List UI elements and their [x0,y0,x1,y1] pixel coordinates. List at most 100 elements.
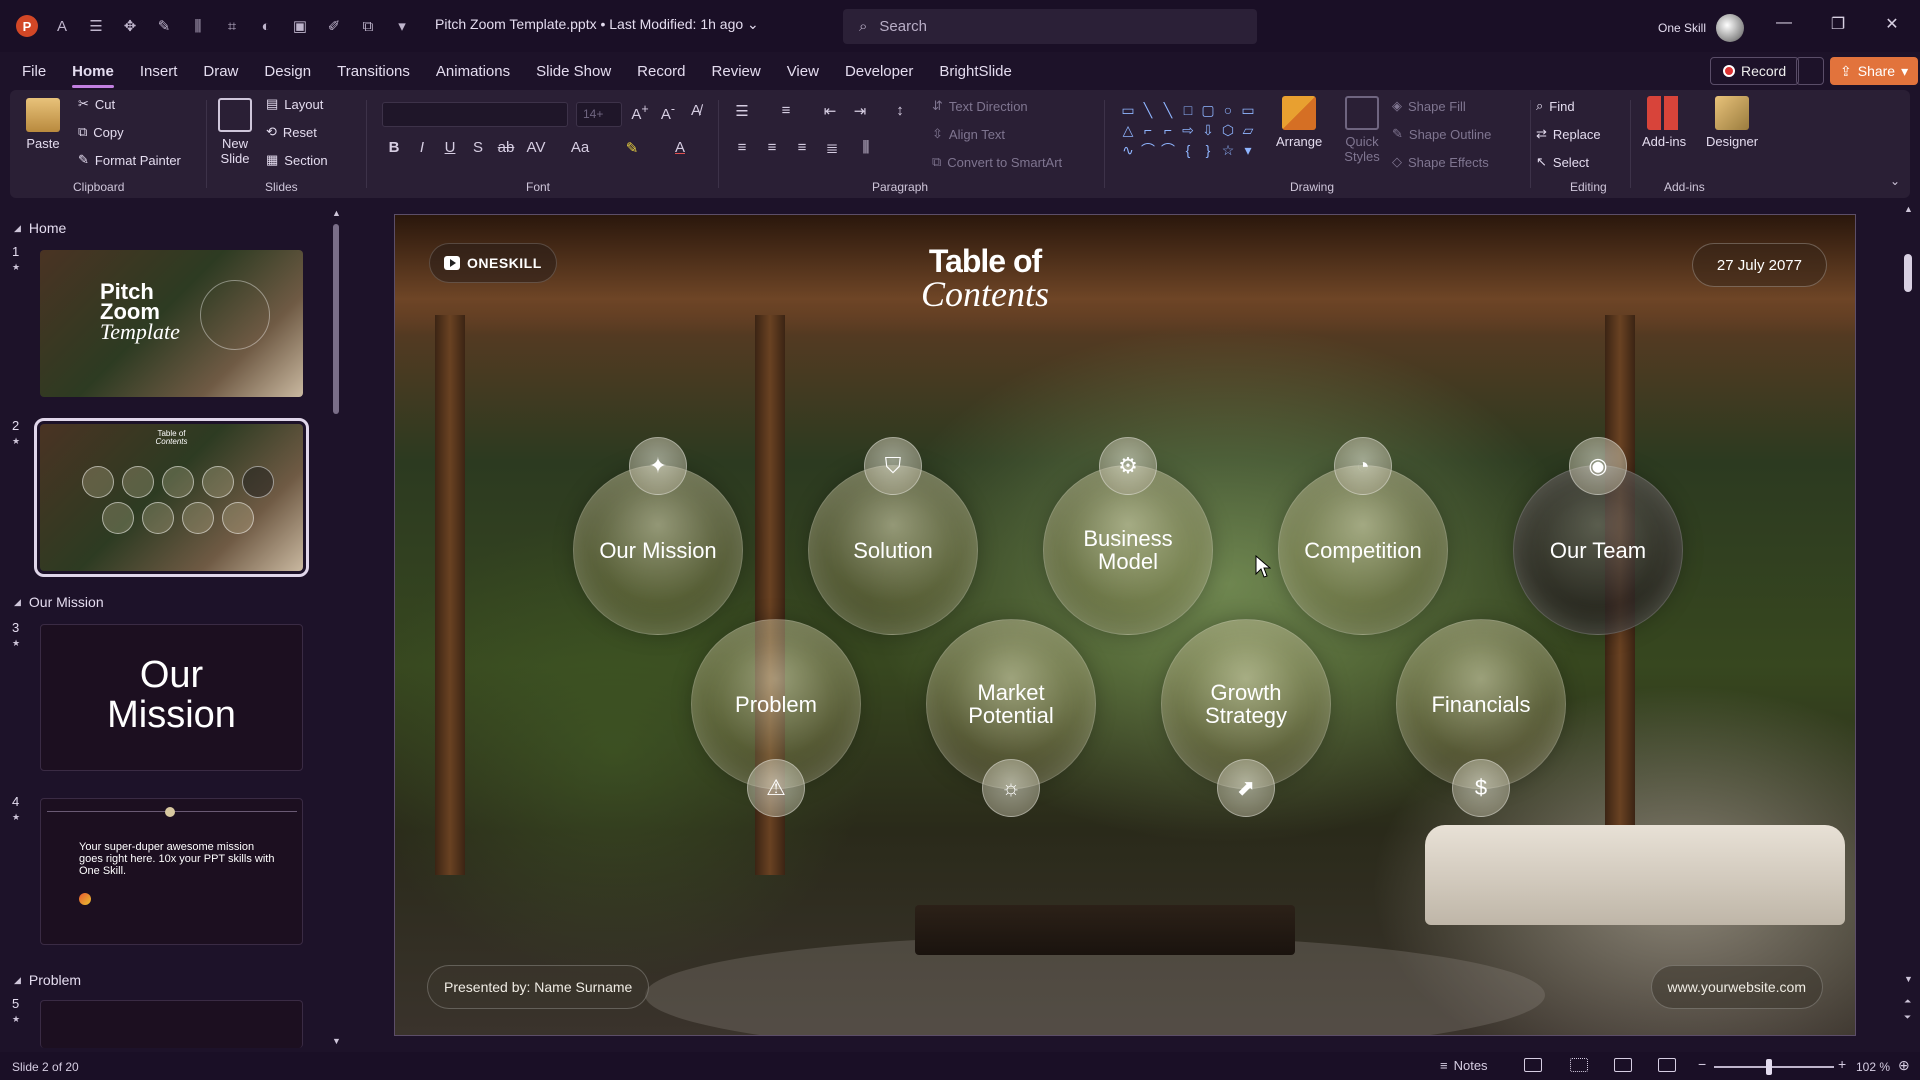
reading-view-icon[interactable] [1614,1058,1632,1072]
font-family-dropdown[interactable] [382,102,568,127]
brush-icon[interactable]: ✎ [154,16,174,36]
line-shape-icon[interactable]: ╲ [1138,100,1158,120]
picture-icon[interactable]: ▣ [290,16,310,36]
section-button[interactable]: ▦ Section [266,152,328,168]
slide-thumbnail-2-selected[interactable]: Table of Contents [34,418,309,577]
user-account[interactable]: One Skill [1658,14,1745,42]
shape-fill-button[interactable]: ◈ Shape Fill [1392,98,1466,114]
layout-button[interactable]: ▤ Layout [266,96,323,112]
slide-thumbnail-5[interactable] [40,1000,303,1048]
shape-effects-button[interactable]: ◇ Shape Effects [1392,154,1489,170]
find-button[interactable]: ⌕ Find [1536,98,1575,114]
list-icon[interactable]: ☰ [86,16,106,36]
add-ins-button[interactable]: Add-ins [1642,96,1686,149]
slide-thumbnail-3[interactable]: Our Mission [40,624,303,771]
share-button[interactable]: ⇪ Share ▾ [1830,57,1919,85]
notes-button[interactable]: ≡ Notes [1440,1058,1488,1073]
section-problem[interactable]: Problem [14,972,81,988]
clear-format-icon[interactable]: A̸ [686,102,706,119]
section-our-mission[interactable]: Our Mission [14,594,104,610]
align-text-button[interactable]: ⇳ Align Text [932,126,1005,142]
zoom-out-icon[interactable]: − [1698,1056,1706,1072]
fit-slide-icon[interactable]: ⊕ [1898,1057,1910,1074]
customize-chevron-icon[interactable]: ▾ [392,16,412,36]
align-left-icon[interactable]: ≡ [732,139,752,156]
slide-scrollbar[interactable]: ▲ ▼ ⏶ ⏷ [1900,204,1916,1034]
previous-slide-icon[interactable]: ⏶ [1904,996,1911,1007]
align-right-icon[interactable]: ≡ [792,139,812,156]
oval-shape-icon[interactable]: ○ [1218,100,1238,120]
increase-font-icon[interactable]: A+ [630,102,650,123]
tab-draw[interactable]: Draw [190,52,251,90]
slide-title[interactable]: Table of Contents [875,245,1095,312]
connector-shape-icon[interactable]: ⌐ [1158,120,1178,140]
arrow-down-shape-icon[interactable]: ⇩ [1198,120,1218,140]
line-spacing-icon[interactable]: ↕ [890,102,910,119]
slide-sorter-icon[interactable] [1570,1058,1588,1072]
oneskill-logo[interactable]: ONESKILL [429,243,557,283]
char-spacing-icon[interactable]: AV [526,139,546,156]
tab-file[interactable]: File [9,52,59,90]
columns-icon[interactable]: ⫼ [856,139,876,156]
shapes-gallery[interactable]: ▭ ╲ ╲ □ ▢ ○ ▭ △ ⌐ ⌐ ⇨ ⇩ ⬡ ▱ ∿ ⌒ ⌒{} ☆ ▾ [1118,100,1266,162]
tab-developer[interactable]: Developer [832,52,926,90]
star-shape-icon[interactable]: ☆ [1218,140,1238,160]
zoom-level[interactable]: 102 % [1856,1060,1890,1074]
crop-icon[interactable]: ⌗ [222,16,242,36]
scroll-down-icon[interactable]: ▼ [332,1036,341,1046]
record-button[interactable]: Record [1710,57,1800,85]
font-color-icon[interactable]: A [670,139,690,156]
shape-outline-button[interactable]: ✎ Shape Outline [1392,126,1491,142]
slideshow-icon[interactable] [1658,1058,1676,1072]
change-case-icon[interactable]: Aa [570,139,590,156]
minimize-button[interactable]: — [1772,14,1796,32]
flowchart-shape-icon[interactable]: ⬡ [1218,120,1238,140]
line-shape-icon[interactable]: ╲ [1158,100,1178,120]
collapse-ribbon-icon[interactable]: ⌄ [1890,174,1900,188]
scroll-up-icon[interactable]: ▲ [332,208,341,218]
zoom-slider-knob[interactable] [1766,1059,1772,1075]
format-painter-button[interactable]: ✎ Format Painter [78,152,181,168]
slide-thumbnail-1[interactable]: Pitch Zoom Template [40,250,303,397]
decrease-indent-icon[interactable]: ⇤ [820,102,840,120]
increase-indent-icon[interactable]: ⇥ [850,102,870,120]
more-shapes-icon[interactable]: ▾ [1238,140,1258,160]
zoom-slider[interactable] [1714,1066,1834,1068]
copy-button[interactable]: ⧉ Copy [78,124,124,140]
document-title[interactable]: Pitch Zoom Template.pptx • Last Modified… [435,16,759,33]
new-slide-button[interactable]: New Slide [215,98,255,166]
font-size-dropdown[interactable]: 14+ [576,102,622,127]
normal-view-icon[interactable] [1524,1058,1542,1072]
align-icon[interactable]: ⫼ [188,16,208,36]
zoom-in-icon[interactable]: + [1838,1056,1846,1072]
quick-styles-button[interactable]: Quick Styles [1340,96,1384,164]
scroll-down-icon[interactable]: ▼ [1904,974,1913,984]
justify-icon[interactable]: ≣ [822,139,842,157]
tab-insert[interactable]: Insert [127,52,191,90]
presented-by-badge[interactable]: Presented by: Name Surname [427,965,650,1009]
strikethrough-button[interactable]: ab [496,139,516,156]
tab-animations[interactable]: Animations [423,52,523,90]
highlight-icon[interactable]: ✎ [622,139,642,157]
designer-button[interactable]: Designer [1706,96,1758,149]
replace-button[interactable]: ⇄ Replace [1536,126,1601,142]
pen-icon[interactable]: ✐ [324,16,344,36]
avatar[interactable] [1716,14,1745,42]
rectangle-shape-icon[interactable]: □ [1178,100,1198,120]
slide-thumbnail-4[interactable]: Your super-duper awesome mission goes ri… [40,798,303,945]
paste-button[interactable]: Paste [26,98,60,151]
search-box[interactable]: ⌕ Search [843,9,1257,44]
convert-smartart-button[interactable]: ⧉ Convert to SmartArt [932,154,1062,170]
bullets-icon[interactable]: ☰ [732,102,752,120]
arc-shape-icon[interactable]: ⌒ [1138,140,1158,160]
bold-button[interactable]: B [384,139,404,156]
tab-transitions[interactable]: Transitions [324,52,423,90]
italic-button[interactable]: I [412,139,432,156]
text-direction-button[interactable]: ⇵ Text Direction [932,98,1028,114]
tab-review[interactable]: Review [699,52,774,90]
arrow-right-shape-icon[interactable]: ⇨ [1178,120,1198,140]
tab-slide-show[interactable]: Slide Show [523,52,624,90]
move-icon[interactable]: ✥ [120,16,140,36]
select-button[interactable]: ↖ Select [1536,154,1589,170]
tab-record[interactable]: Record [624,52,698,90]
